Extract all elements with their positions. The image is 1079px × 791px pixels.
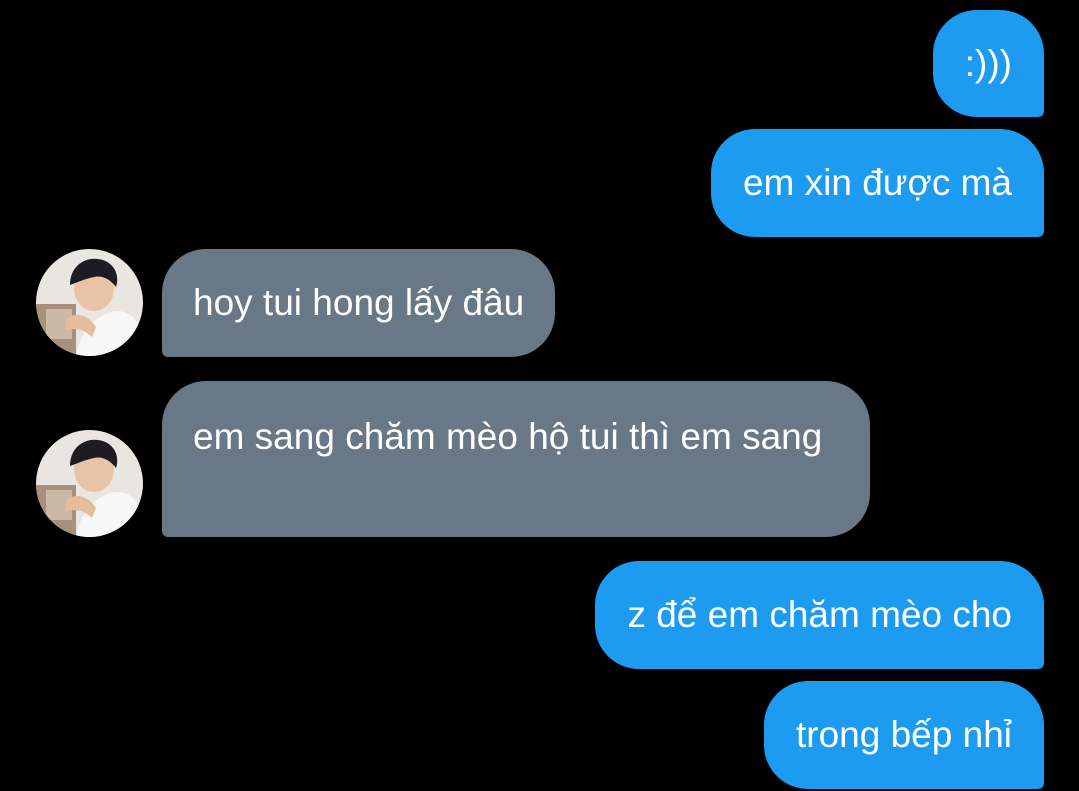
avatar-photo-icon [36, 249, 143, 356]
message-text: hoy tui hong lấy đâu [193, 282, 525, 323]
message-bubble-received[interactable]: hoy tui hong lấy đâu [162, 249, 556, 357]
avatar[interactable] [36, 249, 143, 356]
message-bubble-received[interactable]: em sang chăm mèo hộ tui thì em sang [162, 381, 870, 537]
avatar[interactable] [36, 430, 143, 537]
message-text: em xin được mà [742, 162, 1012, 203]
message-text: em sang chăm mèo hộ tui thì em sang [193, 416, 823, 457]
chat-thread: :))) em xin được mà hoy tui hong lấy đâu [0, 0, 1079, 791]
message-bubble-sent[interactable]: z để em chăm mèo cho [595, 561, 1044, 669]
message-bubble-sent[interactable]: em xin được mà [710, 129, 1044, 237]
message-text: z để em chăm mèo cho [627, 594, 1012, 635]
message-bubble-sent[interactable]: trong bếp nhỉ [763, 681, 1044, 789]
message-text: trong bếp nhỉ [795, 714, 1012, 755]
message-text: :))) [964, 42, 1012, 84]
message-bubble-sent[interactable]: :))) [932, 10, 1044, 117]
avatar-photo-icon [36, 430, 143, 537]
